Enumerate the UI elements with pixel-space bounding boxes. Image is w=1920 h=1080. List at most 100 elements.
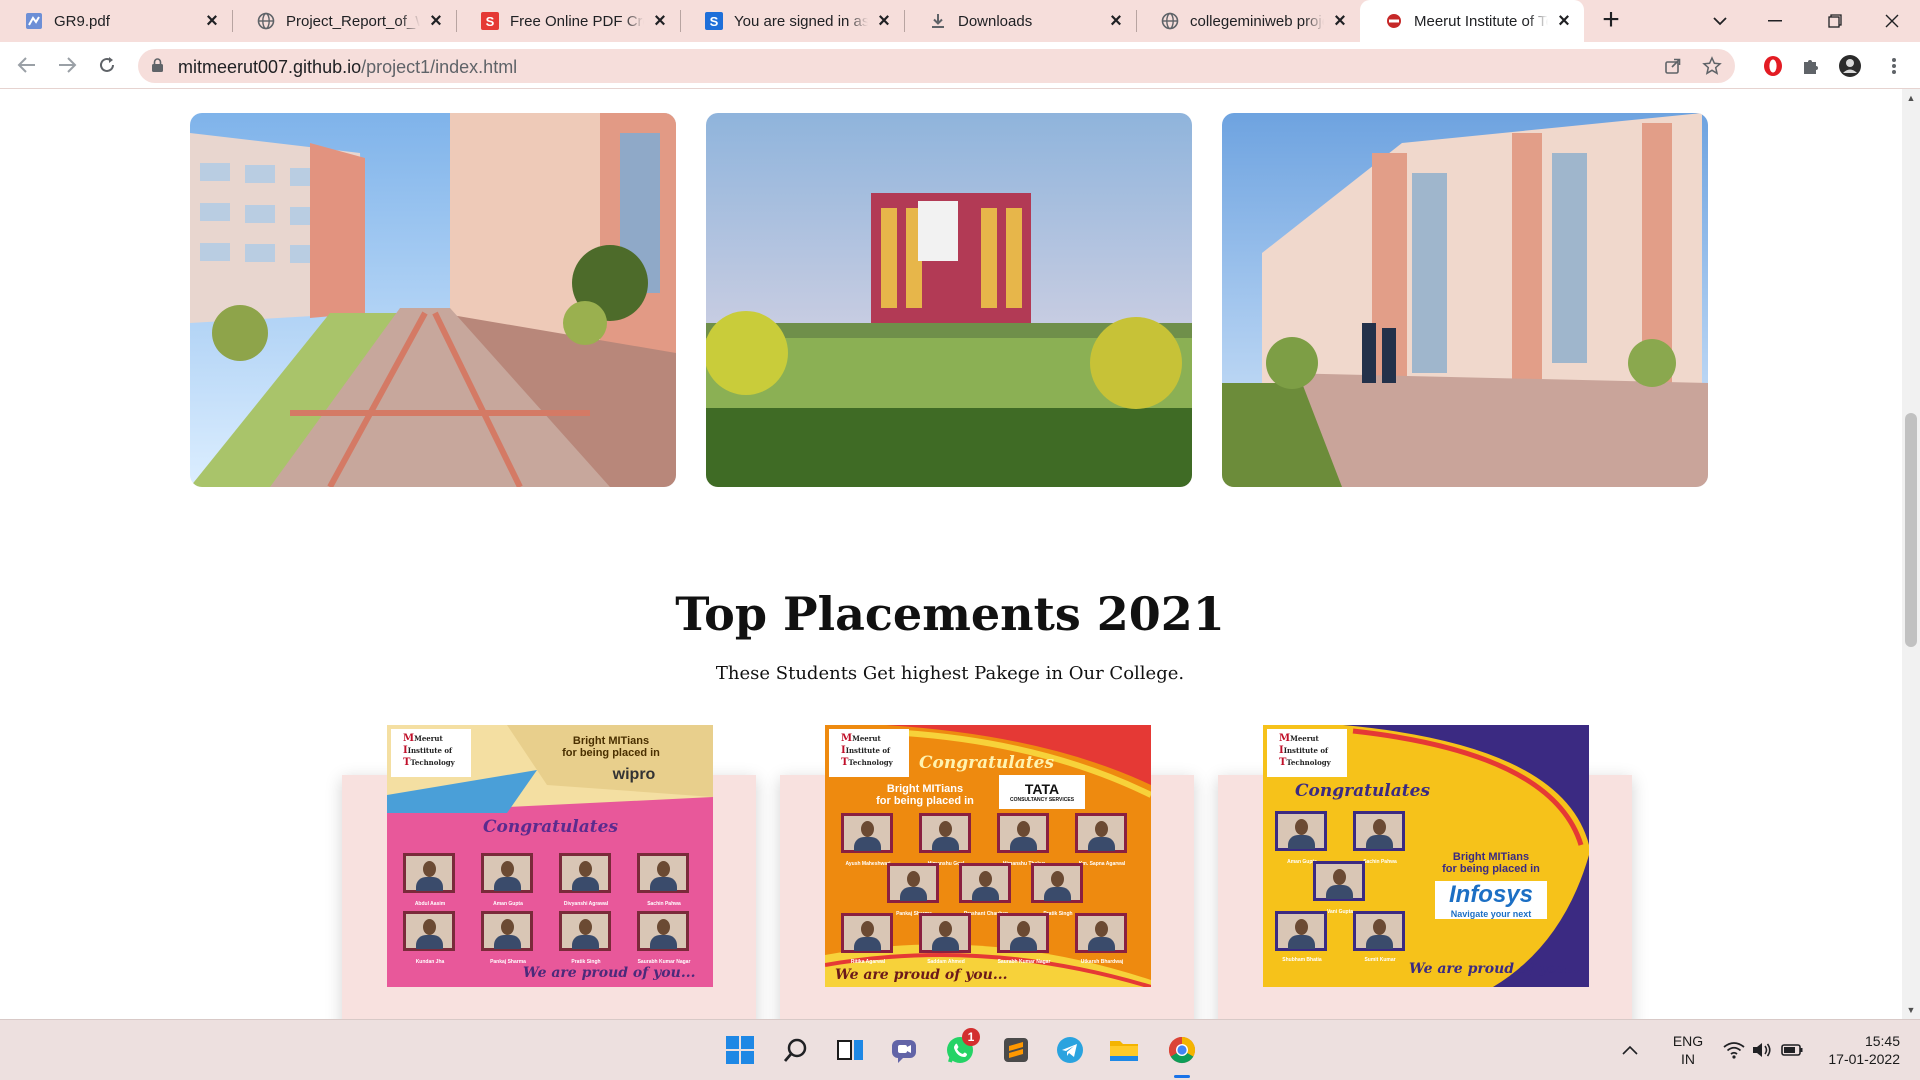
campus-photo-2 [706,113,1192,487]
mit-logo: MMeerut IInstitute of TTechnology [391,729,471,777]
bookmark-star-icon[interactable] [1701,55,1723,77]
profile-avatar-icon[interactable] [1838,54,1862,78]
placements-heading: Top Placements 2021 [675,587,1225,641]
browser-toolbar: mitmeerut007.github.io/project1/index.ht… [0,42,1920,89]
close-window-button[interactable] [1862,0,1920,42]
tab-title: collegeminiweb proje [1190,12,1324,30]
scroll-thumb[interactable] [1905,413,1917,647]
close-icon[interactable]: × [1554,10,1574,32]
windows-taskbar: 1 ENG IN 15:45 17-01-2022 [0,1019,1920,1080]
tab-gr9-pdf[interactable]: GR9.pdf × [0,0,232,42]
page-viewport: Top Placements 2021 These Students Get h… [0,89,1920,1019]
tab-downloads[interactable]: Downloads × [904,0,1136,42]
language-code: ENG [1672,1033,1704,1049]
close-icon[interactable]: × [1106,10,1126,32]
task-view-icon[interactable] [834,1034,866,1066]
forward-arrow-icon[interactable] [52,50,82,80]
tab-project-report[interactable]: Project_Report_of_We × [232,0,456,42]
infosys-logo: Infosys Navigate your next [1435,881,1547,919]
close-icon[interactable]: × [426,10,446,32]
telegram-icon[interactable] [1054,1034,1086,1066]
teams-chat-icon[interactable] [888,1034,920,1066]
url-host: mitmeerut007.github.io [178,57,362,77]
address-bar[interactable]: mitmeerut007.github.io/project1/index.ht… [138,49,1735,83]
proud-text: We are proud of you... [1409,961,1582,977]
close-icon[interactable]: × [1330,10,1350,32]
tab-title: Meerut Institute of Te [1414,12,1548,30]
s-red-icon: S [480,11,500,31]
chrome-icon[interactable] [1166,1034,1198,1066]
file-explorer-icon[interactable] [1108,1034,1140,1066]
tab-title: You are signed in as c [734,12,868,30]
lock-icon[interactable] [152,58,163,72]
windows-start-icon[interactable] [724,1034,756,1066]
wifi-icon[interactable] [1722,1034,1746,1066]
wipro-placement-poster[interactable]: MMeerut IInstitute of TTechnology Bright M… [387,725,713,987]
bright-mitians-text: Bright MITians for being placed in [876,783,974,807]
share-icon[interactable] [1662,55,1684,77]
tata-logo: TATA CONSULTANCY SERVICES [999,775,1085,809]
tab-strip: GR9.pdf × Project_Report_of_We × S Free … [0,0,1920,42]
close-icon[interactable]: × [874,10,894,32]
s-blue-icon: S [704,11,724,31]
svg-text:S: S [486,14,495,29]
language-indicator[interactable]: ENG IN [1668,1032,1708,1068]
campus-photo-3 [1222,113,1708,487]
page-scrollbar[interactable]: ▲ ▼ [1902,89,1920,1019]
kebab-menu-icon[interactable] [1882,54,1906,78]
close-icon[interactable]: × [202,10,222,32]
mit-logo: MMeerut IInstitute of TTechnology [829,729,909,777]
sublime-text-icon[interactable] [1000,1034,1032,1066]
tab-pdf-creator[interactable]: S Free Online PDF Creat × [456,0,680,42]
proud-text: We are proud of you... [835,967,1008,983]
url-text[interactable]: mitmeerut007.github.io/project1/index.ht… [178,57,517,78]
congratulates-text: Congratulates [919,753,1055,773]
tab-title: GR9.pdf [54,12,110,30]
search-icon[interactable] [780,1034,812,1066]
mit-logo: MMeerut IInstitute of TTechnology [1267,729,1347,777]
opera-extension-icon[interactable] [1761,54,1785,78]
tab-signed-in[interactable]: S You are signed in as c × [680,0,904,42]
tab-title: Downloads [958,12,1033,30]
back-arrow-icon[interactable] [12,50,42,80]
scroll-up-arrow-icon[interactable]: ▲ [1902,89,1920,107]
placements-subtitle: These Students Get highest Pakege in Our… [715,663,1185,684]
clock-date: 17-01-2022 [1828,1051,1900,1067]
globe-icon [1160,11,1180,31]
whatsapp-badge: 1 [962,1028,980,1046]
puzzle-extensions-icon[interactable] [1799,54,1823,78]
region-code: IN [1681,1051,1695,1067]
restore-button[interactable] [1805,0,1865,42]
congratulates-text: Congratulates [483,817,619,837]
wipro-logo: wipro [612,766,656,783]
volume-icon[interactable] [1750,1034,1774,1066]
chevron-up-icon[interactable] [1620,1034,1640,1066]
tab-title: Project_Report_of_We [286,12,420,30]
scroll-down-arrow-icon[interactable]: ▼ [1902,1001,1920,1019]
download-icon [928,11,948,31]
pdf-tab-icon [24,11,44,31]
globe-icon [256,11,276,31]
tab-search-icon[interactable] [1690,0,1750,42]
tab-collegeminiweb[interactable]: collegeminiweb proje × [1136,0,1360,42]
tab-meerut-institute-active[interactable]: Meerut Institute of Te × [1360,0,1584,42]
campus-photo-1 [190,113,676,487]
infosys-placement-poster[interactable]: MMeerut IInstitute of TTechnology Congratu… [1263,725,1589,987]
chrome-active-indicator [1174,1075,1190,1078]
svg-text:S: S [710,14,719,29]
clock[interactable]: 15:45 17-01-2022 [1810,1032,1900,1068]
proud-text: We are proud of you... [523,965,696,981]
mit-favicon-icon [1384,11,1404,31]
minimize-button[interactable] [1745,0,1805,42]
new-tab-button[interactable]: + [1596,5,1626,36]
whatsapp-icon[interactable]: 1 [944,1028,980,1066]
close-icon[interactable]: × [650,10,670,32]
battery-icon[interactable] [1780,1034,1804,1066]
bright-mitians-text: Bright MITians for being placed in [562,735,660,759]
tcs-placement-poster[interactable]: MMeerut IInstitute of TTechnology Congratu… [825,725,1151,987]
congratulates-text: Congratulates [1295,781,1431,801]
clock-time: 15:45 [1864,1033,1900,1049]
bright-mitians-text: Bright MITians for being placed in [1442,851,1540,875]
reload-icon[interactable] [92,50,122,80]
url-path: /project1/index.html [361,57,518,77]
